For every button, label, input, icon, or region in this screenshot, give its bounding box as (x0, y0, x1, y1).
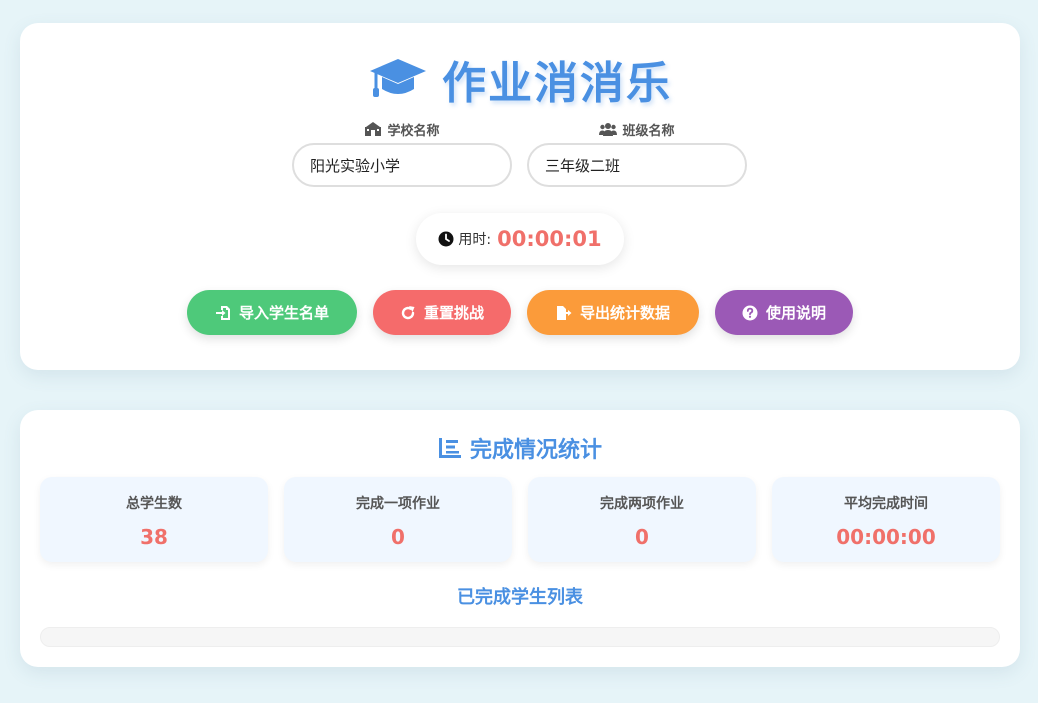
timer-label: 用时: (458, 232, 492, 248)
help-label: 使用说明 (765, 304, 826, 322)
stats-header: 完成情况统计 (20, 432, 1020, 464)
export-stats-label: 导出统计数据 (579, 304, 670, 322)
stat-value: 38 (140, 525, 168, 549)
school-label: 学校名称 (292, 119, 512, 139)
stat-label: 平均完成时间 (844, 496, 928, 512)
completed-students-list (40, 627, 1000, 647)
help-button[interactable]: 使用说明 (715, 290, 853, 335)
file-import-icon (215, 305, 230, 320)
stat-value: 0 (391, 525, 405, 549)
stat-label: 完成两项作业 (600, 496, 684, 512)
stat-label: 完成一项作业 (356, 496, 440, 512)
import-students-button[interactable]: 导入学生名单 (187, 290, 357, 335)
stat-total-students: 总学生数 38 (40, 477, 268, 562)
app-header: 作业消消乐 (20, 51, 1020, 109)
app-title: 作业消消乐 (442, 58, 672, 109)
timer-display: 用时: 00:00:01 (416, 213, 624, 265)
redo-icon (401, 305, 415, 319)
settings-card: 作业消消乐 学校名称 班级名称 (20, 23, 1020, 370)
class-label: 班级名称 (527, 119, 747, 139)
export-stats-button[interactable]: 导出统计数据 (527, 290, 699, 335)
reset-challenge-label: 重置挑战 (423, 304, 484, 322)
stat-label: 总学生数 (126, 496, 182, 512)
action-buttons: 导入学生名单 重置挑战 导出统计数据 使用说明 (20, 290, 1020, 335)
class-input[interactable] (527, 143, 747, 187)
stats-title: 完成情况统计 (469, 438, 602, 463)
stat-boxes: 总学生数 38 完成一项作业 0 完成两项作业 0 平均完成时间 00:00:0… (40, 477, 1000, 562)
stat-two-tasks-done: 完成两项作业 0 (528, 477, 756, 562)
timer-value: 00:00:01 (497, 227, 602, 251)
graduation-cap-icon (370, 59, 426, 97)
school-icon (365, 122, 382, 136)
school-field-group: 学校名称 (292, 119, 512, 187)
class-field-group: 班级名称 (527, 119, 747, 187)
stat-average-time: 平均完成时间 00:00:00 (772, 477, 1000, 562)
stat-value: 0 (635, 525, 649, 549)
question-circle-icon (742, 305, 758, 320)
reset-challenge-button[interactable]: 重置挑战 (373, 290, 511, 335)
clock-icon (438, 231, 454, 247)
stat-value: 00:00:00 (836, 525, 936, 549)
import-students-label: 导入学生名单 (238, 304, 329, 322)
school-input[interactable] (292, 143, 512, 187)
stats-card: 完成情况统计 总学生数 38 完成一项作业 0 完成两项作业 0 平均完成时间 … (20, 410, 1020, 667)
list-icon (438, 438, 461, 458)
school-label-text: 学校名称 (387, 123, 440, 139)
completed-list-title: 已完成学生列表 (457, 587, 583, 608)
class-label-text: 班级名称 (622, 123, 675, 139)
users-icon (599, 123, 618, 136)
file-export-icon (556, 305, 572, 320)
stat-one-task-done: 完成一项作业 0 (284, 477, 512, 562)
